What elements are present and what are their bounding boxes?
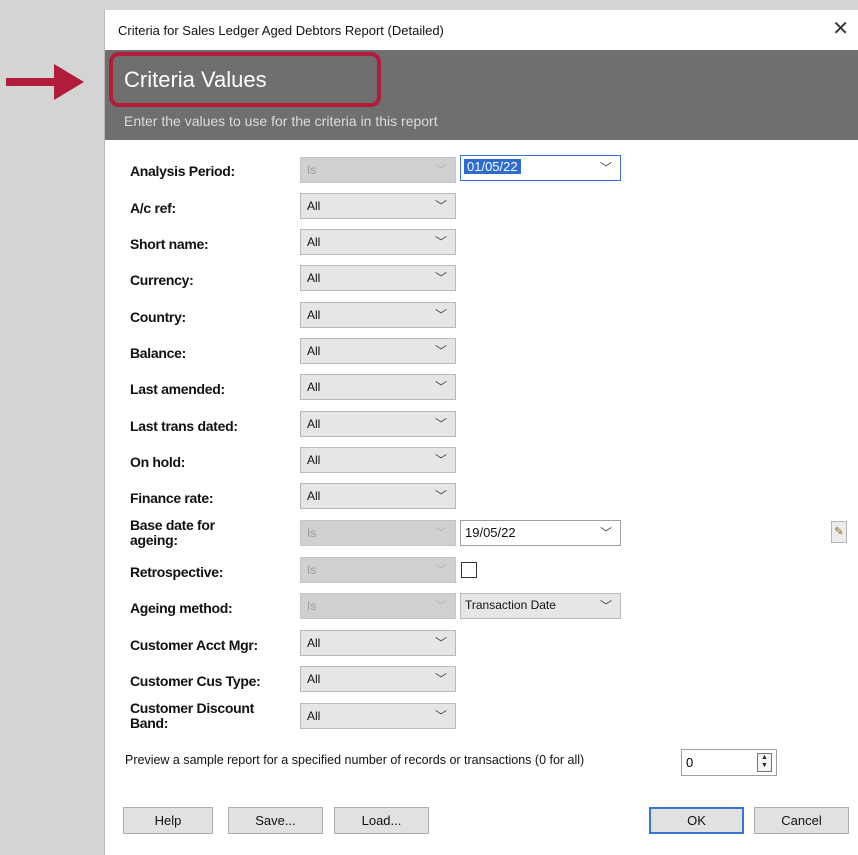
- preview-count-input[interactable]: 0 ▲ ▼: [681, 749, 777, 776]
- chevron-down-icon[interactable]: ﹀: [435, 634, 447, 651]
- select-last-trans-dated[interactable]: All ﹀: [300, 411, 456, 437]
- chevron-down-icon[interactable]: ﹀: [435, 487, 447, 504]
- chevron-down-icon[interactable]: ﹀: [600, 159, 612, 176]
- label-customer-acct-mgr: Customer Acct Mgr:: [130, 637, 258, 653]
- chevron-down-icon[interactable]: ﹀: [435, 306, 447, 323]
- title-bar: Criteria for Sales Ledger Aged Debtors R…: [105, 10, 858, 50]
- dialog-title: Criteria for Sales Ledger Aged Debtors R…: [118, 23, 444, 38]
- select-balance[interactable]: All ﹀: [300, 338, 456, 364]
- pencil-icon[interactable]: ✎: [831, 521, 847, 543]
- label-on-hold: On hold:: [130, 454, 186, 470]
- chevron-down-icon: ﹀: [434, 563, 447, 577]
- chevron-down-icon: ﹀: [434, 163, 447, 177]
- close-icon[interactable]: ✕: [832, 17, 849, 41]
- select-analysis-period-op: Is ﹀: [300, 157, 456, 183]
- chevron-down-icon[interactable]: ﹀: [435, 707, 447, 724]
- select-analysis-period-value[interactable]: 01/05/22 ﹀: [460, 155, 621, 181]
- header-subtitle: Enter the values to use for the criteria…: [124, 113, 438, 129]
- label-ageing-method: Ageing method:: [130, 600, 233, 616]
- label-retrospective: Retrospective:: [130, 564, 224, 580]
- select-finance-rate[interactable]: All ﹀: [300, 483, 456, 509]
- chevron-down-icon[interactable]: ﹀: [435, 415, 447, 432]
- label-last-trans-dated: Last trans dated:: [130, 418, 238, 434]
- criteria-dialog: Criteria for Sales Ledger Aged Debtors R…: [104, 10, 858, 855]
- label-finance-rate: Finance rate:: [130, 490, 214, 506]
- retrospective-checkbox[interactable]: [461, 562, 477, 578]
- chevron-down-icon[interactable]: ﹀: [435, 269, 447, 286]
- select-last-amended[interactable]: All ﹀: [300, 374, 456, 400]
- chevron-down-icon[interactable]: ﹀: [435, 378, 447, 395]
- select-on-hold[interactable]: All ﹀: [300, 447, 456, 473]
- select-base-date-op: Is ﹀: [300, 520, 456, 546]
- ok-button[interactable]: OK: [649, 807, 744, 834]
- select-ac-ref[interactable]: All ﹀: [300, 193, 456, 219]
- select-country[interactable]: All ﹀: [300, 302, 456, 328]
- label-short-name: Short name:: [130, 236, 209, 252]
- load-button[interactable]: Load...: [334, 807, 429, 834]
- cancel-button[interactable]: Cancel: [754, 807, 849, 834]
- chevron-down-icon[interactable]: ﹀: [435, 197, 447, 214]
- select-ageing-method-value[interactable]: Transaction Date ﹀: [460, 593, 621, 619]
- label-country: Country:: [130, 309, 186, 325]
- select-short-name[interactable]: All ﹀: [300, 229, 456, 255]
- label-currency: Currency:: [130, 272, 194, 288]
- chevron-down-icon[interactable]: ﹀: [435, 451, 447, 468]
- chevron-down-icon[interactable]: ﹀: [435, 670, 447, 687]
- select-customer-acct-mgr[interactable]: All ﹀: [300, 630, 456, 656]
- label-base-date-ageing: Base date for ageing:: [130, 517, 215, 548]
- select-customer-cus-type[interactable]: All ﹀: [300, 666, 456, 692]
- chevron-down-icon: ﹀: [434, 526, 447, 540]
- spinner-arrows-icon[interactable]: ▲ ▼: [757, 753, 772, 772]
- label-ac-ref: A/c ref:: [130, 200, 176, 216]
- chevron-down-icon: ﹀: [434, 599, 447, 613]
- label-last-amended: Last amended:: [130, 381, 225, 397]
- label-analysis-period: Analysis Period:: [130, 163, 235, 179]
- chevron-down-icon[interactable]: ﹀: [600, 524, 612, 541]
- annotation-highlight-box: [109, 52, 381, 107]
- select-retrospective-op: Is ﹀: [300, 557, 456, 583]
- select-customer-discount-band[interactable]: All ﹀: [300, 703, 456, 729]
- label-balance: Balance:: [130, 345, 186, 361]
- select-currency[interactable]: All ﹀: [300, 265, 456, 291]
- label-customer-cus-type: Customer Cus Type:: [130, 673, 261, 689]
- label-customer-discount-band: Customer Discount Band:: [130, 700, 255, 731]
- annotation-arrow-icon: [6, 64, 84, 100]
- help-button[interactable]: Help: [123, 807, 213, 834]
- save-button[interactable]: Save...: [228, 807, 323, 834]
- chevron-down-icon[interactable]: ﹀: [600, 597, 612, 614]
- chevron-down-icon[interactable]: ﹀: [435, 233, 447, 250]
- preview-label: Preview a sample report for a specified …: [125, 753, 585, 767]
- select-ageing-method-op: Is ﹀: [300, 593, 456, 619]
- select-base-date-value[interactable]: 19/05/22 ﹀: [460, 520, 621, 546]
- chevron-down-icon[interactable]: ﹀: [435, 342, 447, 359]
